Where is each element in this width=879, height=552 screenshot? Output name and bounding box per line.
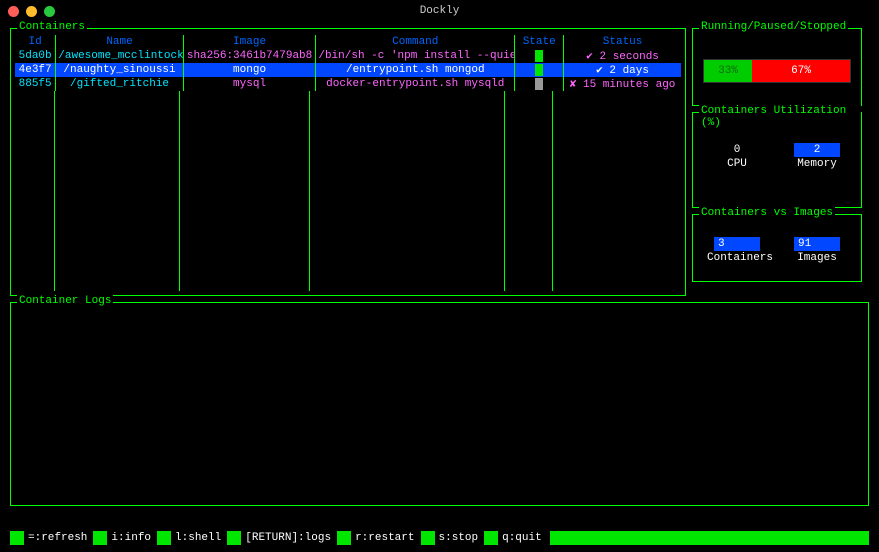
table-row[interactable]: 4e3f7/naughty_sinoussimongo/entrypoint.s…: [15, 63, 681, 77]
th-id: Id: [15, 35, 56, 49]
cell-command: /entrypoint.sh mongod: [316, 63, 515, 77]
cell-id: 885f5: [15, 77, 56, 91]
th-image: Image: [183, 35, 316, 49]
rps-bar: 33% 67%: [703, 59, 851, 83]
key-label: [RETURN]:logs: [245, 532, 331, 544]
key-block-icon: [337, 531, 351, 545]
key-block-icon: [157, 531, 171, 545]
state-indicator-icon: [535, 64, 543, 76]
minimize-icon[interactable]: [26, 6, 37, 17]
cell-command: /bin/sh -c 'npm install --quie: [316, 49, 515, 63]
cell-name: /gifted_ritchie: [56, 77, 183, 91]
app-title: Dockly: [420, 5, 460, 17]
footer-key[interactable]: [RETURN]:logs: [227, 531, 331, 545]
table-row[interactable]: 885f5/gifted_ritchiemysqldocker-entrypoi…: [15, 77, 681, 91]
key-block-icon: [484, 531, 498, 545]
cvi-label: Containers vs Images: [699, 207, 835, 219]
cpu-label: CPU: [707, 158, 767, 170]
util-label: Containers Utilization (%): [699, 105, 861, 129]
cell-id: 5da0b: [15, 49, 56, 63]
cell-image: sha256:3461b7479ab8: [183, 49, 316, 63]
footer-key[interactable]: q:quit: [484, 531, 542, 545]
running-paused-stopped-panel: Running/Paused/Stopped 33% 67%: [692, 28, 862, 106]
cpu-bar: 0 CPU: [707, 143, 767, 170]
containers-table[interactable]: Id Name Image Command State Status 5da0b…: [15, 35, 681, 91]
memory-bar: 2 Memory: [787, 143, 847, 170]
key-block-icon: [10, 531, 24, 545]
key-label: =:refresh: [28, 532, 87, 544]
state-indicator-icon: [535, 78, 543, 90]
cell-image: mysql: [183, 77, 316, 91]
containers-vs-images-panel: Containers vs Images 3 Containers 91 Ima…: [692, 214, 862, 282]
footer-key[interactable]: r:restart: [337, 531, 414, 545]
containers-count-bar: 3 Containers: [707, 237, 767, 264]
rps-stopped-seg: 67%: [752, 60, 850, 82]
rps-running-seg: 33%: [704, 60, 752, 82]
key-label: i:info: [111, 532, 151, 544]
key-block-icon: [421, 531, 435, 545]
table-grid-lines: [15, 91, 681, 291]
images-count: 91: [794, 237, 840, 251]
footer-key[interactable]: s:stop: [421, 531, 479, 545]
rps-label: Running/Paused/Stopped: [699, 21, 848, 33]
titlebar: Dockly: [0, 0, 879, 22]
th-status: Status: [564, 35, 681, 49]
cell-name: /naughty_sinoussi: [56, 63, 183, 77]
table-header-row: Id Name Image Command State Status: [15, 35, 681, 49]
key-label: l:shell: [175, 532, 221, 544]
cpu-value: 0: [714, 143, 760, 157]
utilization-panel: Containers Utilization (%) 0 CPU 2 Memor…: [692, 112, 862, 208]
cell-state: [515, 49, 564, 63]
key-label: q:quit: [502, 532, 542, 544]
cell-id: 4e3f7: [15, 63, 56, 77]
images-count-label: Images: [787, 252, 847, 264]
cell-status: ✔ 2 days: [564, 63, 681, 77]
containers-panel-label: Containers: [17, 21, 87, 33]
footer-key[interactable]: l:shell: [157, 531, 221, 545]
cell-state: [515, 77, 564, 91]
memory-value: 2: [794, 143, 840, 157]
cell-image: mongo: [183, 63, 316, 77]
state-indicator-icon: [535, 50, 543, 62]
containers-count: 3: [714, 237, 760, 251]
containers-panel: Containers Id Name Image Command State S…: [10, 28, 686, 296]
th-command: Command: [316, 35, 515, 49]
footer-keybar: =:refresh i:info l:shell [RETURN]:logs r:res…: [10, 530, 869, 546]
key-block-icon: [93, 531, 107, 545]
cell-status: ✘ 15 minutes ago: [564, 77, 681, 91]
memory-label: Memory: [787, 158, 847, 170]
images-count-bar: 91 Images: [787, 237, 847, 264]
container-logs-panel: Container Logs: [10, 302, 869, 506]
window-controls: [8, 6, 55, 17]
logs-label: Container Logs: [17, 295, 113, 307]
th-state: State: [515, 35, 564, 49]
containers-count-label: Containers: [707, 252, 767, 264]
footer-key[interactable]: =:refresh: [10, 531, 87, 545]
table-row[interactable]: 5da0b/awesome_mcclintocksha256:3461b7479…: [15, 49, 681, 63]
key-label: r:restart: [355, 532, 414, 544]
cell-command: docker-entrypoint.sh mysqld: [316, 77, 515, 91]
close-icon[interactable]: [8, 6, 19, 17]
key-label: s:stop: [439, 532, 479, 544]
cell-status: ✔ 2 seconds: [564, 49, 681, 63]
key-block-icon: [227, 531, 241, 545]
th-name: Name: [56, 35, 183, 49]
footer-fill: [550, 531, 869, 545]
cell-state: [515, 63, 564, 77]
footer-key[interactable]: i:info: [93, 531, 151, 545]
zoom-icon[interactable]: [44, 6, 55, 17]
cell-name: /awesome_mcclintock: [56, 49, 183, 63]
